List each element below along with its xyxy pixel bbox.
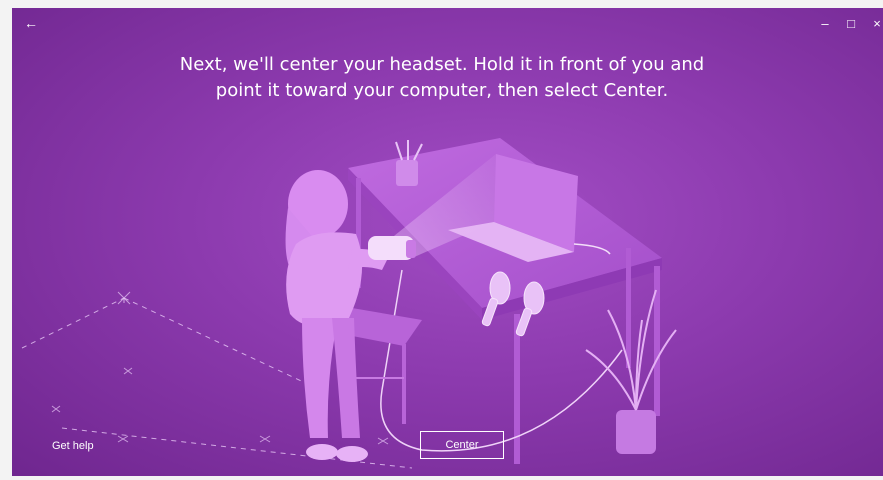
center-button[interactable]: Center <box>420 431 504 459</box>
get-help-link[interactable]: Get help <box>52 440 94 452</box>
close-button[interactable]: × <box>860 8 883 38</box>
setup-instruction: Next, we'll center your headset. Hold it… <box>179 54 705 101</box>
title-bar: ← – □ × <box>12 8 883 38</box>
mixed-reality-portal-window: ← – □ × Next, we'll center your headset.… <box>12 8 883 476</box>
screenshot-frame: ← – □ × Next, we'll center your headset.… <box>0 0 883 480</box>
back-arrow-icon[interactable]: ← <box>14 8 48 38</box>
